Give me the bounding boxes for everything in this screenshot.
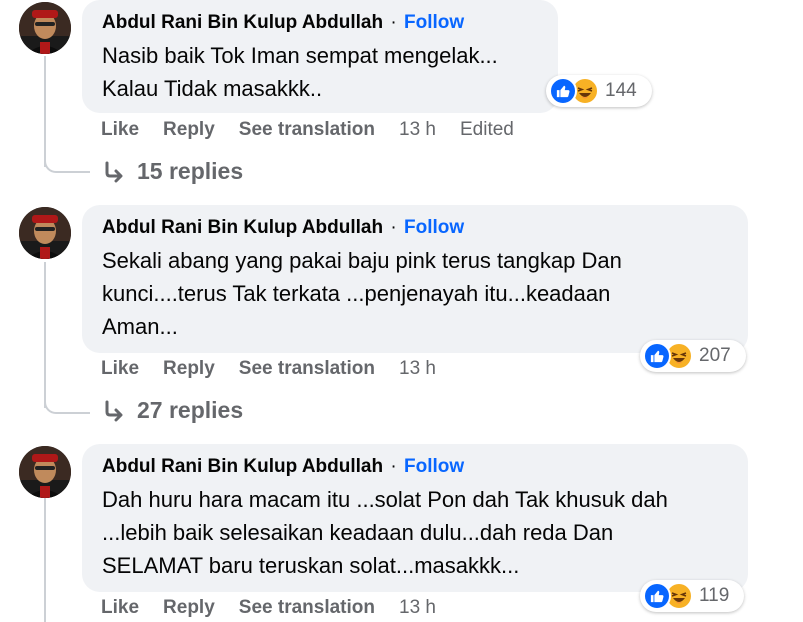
edited-label: Edited [459, 119, 514, 140]
comment-header: Abdul Rani Bin Kulup Abdullah · Follow [102, 216, 728, 240]
comment-header: Abdul Rani Bin Kulup Abdullah · Follow [102, 455, 728, 479]
timestamp[interactable]: 13 h [399, 358, 436, 380]
comment-actions: Like Reply See translation 13 h [101, 358, 460, 380]
like-button[interactable]: Like [101, 119, 139, 141]
avatar[interactable] [19, 446, 71, 498]
thumbs-up-icon [643, 342, 671, 370]
see-translation-button[interactable]: See translation [239, 119, 375, 141]
view-replies-button[interactable]: 27 replies [103, 397, 243, 424]
separator: · [390, 12, 397, 33]
comment-bubble: Abdul Rani Bin Kulup Abdullah · Follow D… [82, 444, 748, 592]
avatar[interactable] [19, 2, 71, 54]
comment-text: Dah huru hara macam itu ...solat Pon dah… [102, 487, 668, 578]
reaction-count: 119 [699, 585, 730, 606]
reply-arrow-icon [105, 161, 123, 182]
author-name[interactable]: Abdul Rani Bin Kulup Abdullah [102, 456, 383, 477]
view-replies-button[interactable]: 15 replies [103, 158, 243, 185]
thumbs-up-icon [643, 582, 671, 610]
reaction-summary[interactable]: 207 [640, 340, 746, 372]
author-name[interactable]: Abdul Rani Bin Kulup Abdullah [102, 12, 383, 33]
follow-button[interactable]: Follow [404, 456, 464, 477]
reply-button[interactable]: Reply [163, 358, 215, 380]
like-button[interactable]: Like [101, 597, 139, 619]
like-button[interactable]: Like [101, 358, 139, 380]
reaction-summary[interactable]: 119 [640, 580, 744, 612]
follow-button[interactable]: Follow [404, 217, 464, 238]
reply-arrow-icon [105, 400, 123, 421]
thumbs-up-icon [549, 77, 577, 105]
replies-count: 27 replies [137, 397, 244, 423]
timestamp[interactable]: 13 h [399, 119, 436, 141]
comment-actions: Like Reply See translation 13 h Edited [101, 119, 538, 141]
thread-line [44, 497, 46, 622]
comment-actions: Like Reply See translation 13 h [101, 597, 460, 619]
comment-bubble: Abdul Rani Bin Kulup Abdullah · Follow N… [82, 0, 558, 113]
comment-text: Sekali abang yang pakai baju pink terus … [102, 248, 622, 339]
comment-bubble: Abdul Rani Bin Kulup Abdullah · Follow S… [82, 205, 748, 353]
avatar[interactable] [19, 207, 71, 259]
reaction-count: 207 [699, 345, 731, 366]
see-translation-button[interactable]: See translation [239, 597, 375, 619]
separator: · [390, 217, 397, 238]
separator: · [390, 456, 397, 477]
author-name[interactable]: Abdul Rani Bin Kulup Abdullah [102, 217, 383, 238]
comment-text: Nasib baik Tok Iman sempat mengelak... K… [102, 43, 498, 101]
see-translation-button[interactable]: See translation [239, 358, 375, 380]
reply-button[interactable]: Reply [163, 597, 215, 619]
reply-button[interactable]: Reply [163, 119, 215, 141]
comment-header: Abdul Rani Bin Kulup Abdullah · Follow [102, 11, 538, 35]
reaction-summary[interactable]: 144 [546, 75, 652, 107]
follow-button[interactable]: Follow [404, 12, 464, 33]
replies-count: 15 replies [137, 158, 244, 184]
reaction-count: 144 [605, 80, 637, 101]
timestamp[interactable]: 13 h [399, 597, 436, 619]
